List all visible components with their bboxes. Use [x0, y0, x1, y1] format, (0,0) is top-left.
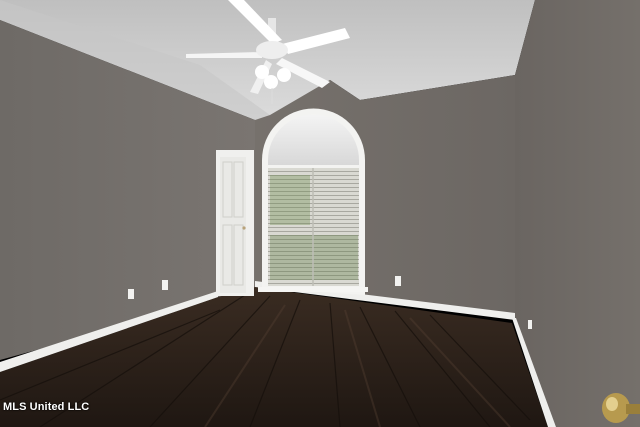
- outlet-left-2: [162, 280, 168, 290]
- window-sill: [258, 287, 368, 292]
- right-wall: [515, 0, 640, 427]
- room-photo: MLS United LLC: [0, 0, 640, 427]
- outlet-left-1: [128, 289, 134, 299]
- outlet-right: [528, 320, 532, 329]
- door-knob: [242, 226, 246, 230]
- outlet-back: [395, 276, 401, 286]
- room-illustration: [0, 0, 640, 427]
- watermark: MLS United LLC: [3, 401, 90, 413]
